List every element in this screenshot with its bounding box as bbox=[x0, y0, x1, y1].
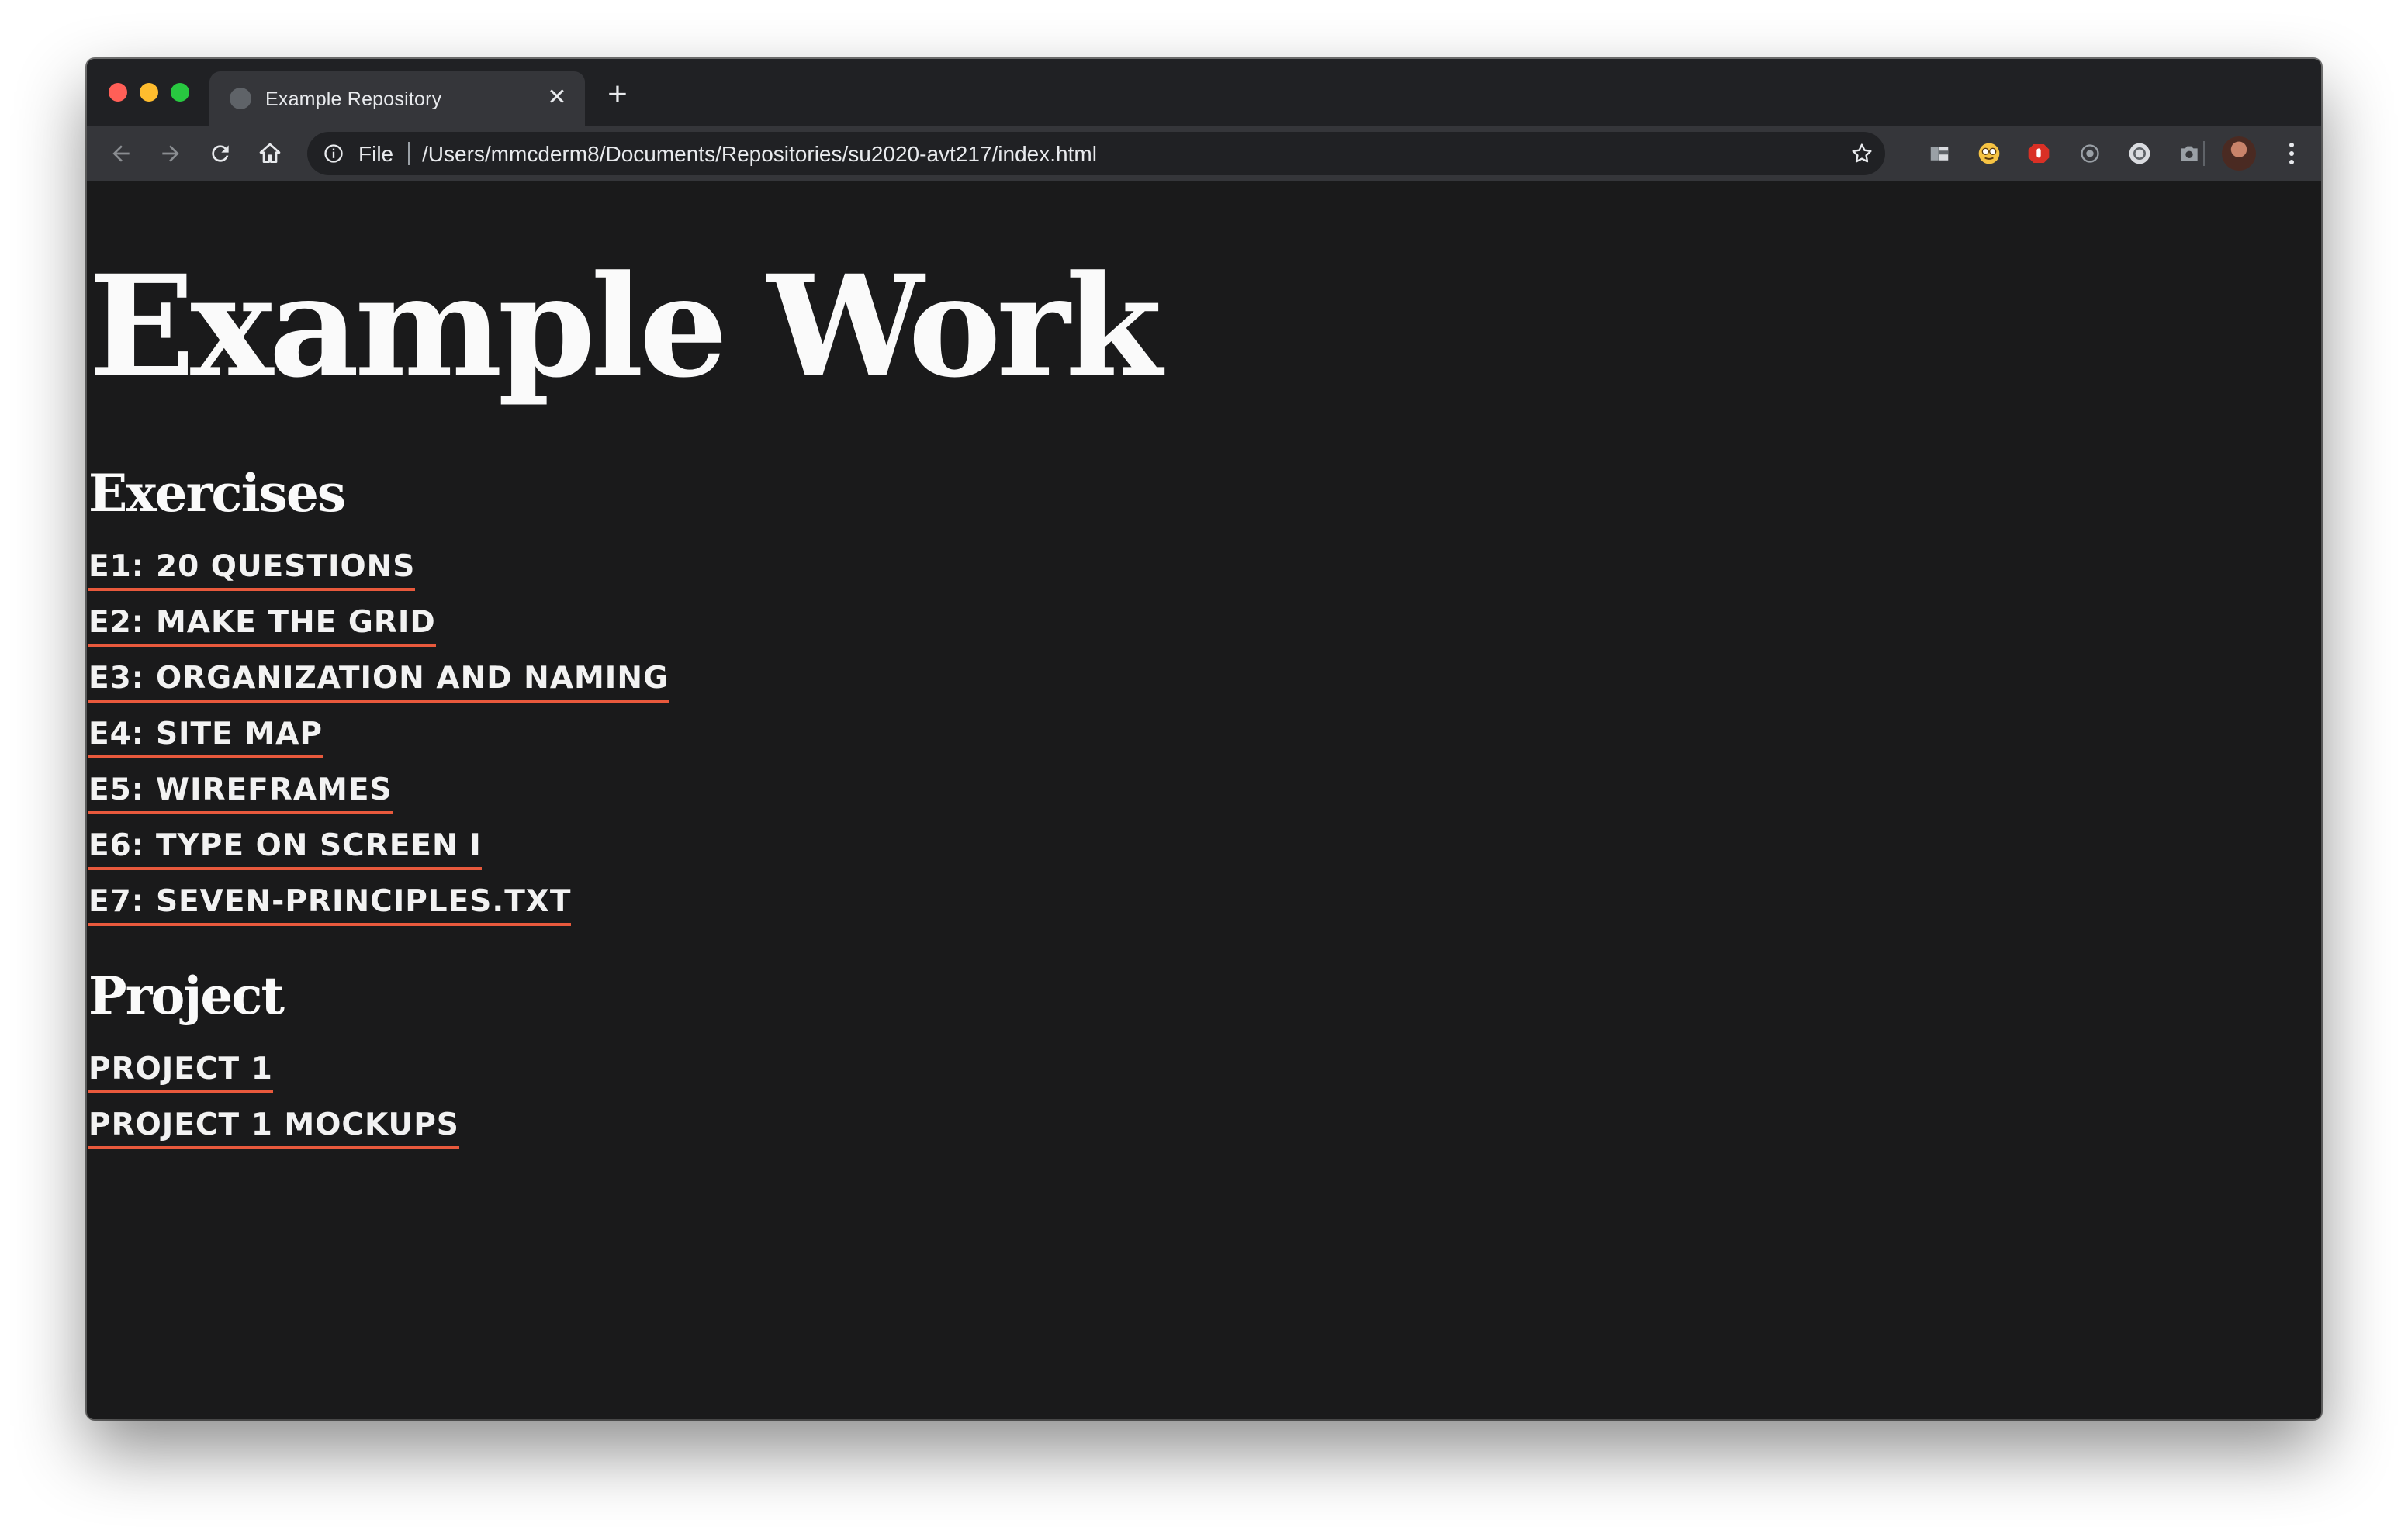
reload-button[interactable] bbox=[202, 135, 239, 172]
camera-icon[interactable] bbox=[2177, 141, 2202, 166]
exercise-link-e5[interactable]: E5: WIREFRAMES bbox=[88, 771, 393, 814]
exercise-link-e1[interactable]: E1: 20 QUESTIONS bbox=[88, 548, 416, 591]
address-scheme: File bbox=[358, 142, 394, 166]
address-separator bbox=[408, 142, 410, 165]
toolbar-divider bbox=[2203, 141, 2205, 166]
circle-extension-icon[interactable] bbox=[2127, 141, 2152, 166]
new-tab-button[interactable]: + bbox=[600, 78, 635, 113]
tab-active[interactable]: Example Repository ✕ bbox=[209, 71, 585, 126]
tab-manager-extension-icon[interactable] bbox=[1927, 141, 1952, 166]
globe-icon bbox=[230, 88, 251, 109]
dark-mode-extension-icon[interactable] bbox=[2078, 141, 2102, 166]
project-heading: Project bbox=[88, 966, 285, 1026]
close-window-button[interactable] bbox=[109, 83, 127, 102]
project-link-1-mockups[interactable]: PROJECT 1 MOCKUPS bbox=[88, 1106, 459, 1149]
project-link-1[interactable]: PROJECT 1 bbox=[88, 1050, 273, 1093]
exercise-link-e7[interactable]: E7: SEVEN-PRINCIPLES.TXT bbox=[88, 883, 572, 926]
tab-strip: Example Repository ✕ + bbox=[87, 59, 2321, 126]
exercise-link-e6[interactable]: E6: TYPE ON SCREEN I bbox=[88, 827, 482, 870]
exercises-heading: Exercises bbox=[88, 463, 346, 523]
menu-icon[interactable] bbox=[2282, 140, 2301, 168]
home-button[interactable] bbox=[251, 135, 289, 172]
page-title: Example Work bbox=[88, 245, 1162, 409]
page-content: Example Work Exercises E1: 20 QUESTIONS … bbox=[87, 181, 2321, 1419]
home-icon bbox=[259, 143, 281, 163]
exercise-link-e3[interactable]: E3: ORGANIZATION AND NAMING bbox=[88, 659, 669, 703]
stop-hand-extension-icon[interactable] bbox=[2026, 141, 2051, 166]
back-icon bbox=[112, 145, 130, 162]
tab-title: Example Repository bbox=[265, 88, 442, 110]
exercise-link-e4[interactable]: E4: SITE MAP bbox=[88, 715, 323, 758]
emoji-extension-icon[interactable] bbox=[1977, 141, 2001, 166]
bookmark-star-icon[interactable] bbox=[1849, 141, 1874, 166]
reload-icon bbox=[212, 145, 229, 162]
browser-toolbar: File /Users/mmcderm8/Documents/Repositor… bbox=[87, 126, 2321, 181]
forward-icon bbox=[162, 145, 179, 162]
address-url[interactable]: /Users/mmcderm8/Documents/Repositories/s… bbox=[422, 142, 1097, 167]
browser-window: Example Repository ✕ + File /Users/mmcde… bbox=[87, 59, 2321, 1419]
forward-button[interactable] bbox=[152, 135, 189, 172]
exercise-link-e2[interactable]: E2: MAKE THE GRID bbox=[88, 603, 436, 647]
profile-avatar[interactable] bbox=[2222, 136, 2256, 171]
address-bar[interactable]: File /Users/mmcderm8/Documents/Repositor… bbox=[307, 132, 1885, 175]
maximize-window-button[interactable] bbox=[171, 83, 189, 102]
close-tab-icon[interactable]: ✕ bbox=[543, 84, 571, 112]
minimize-window-button[interactable] bbox=[140, 83, 158, 102]
info-icon[interactable] bbox=[323, 143, 344, 164]
back-button[interactable] bbox=[102, 135, 140, 172]
